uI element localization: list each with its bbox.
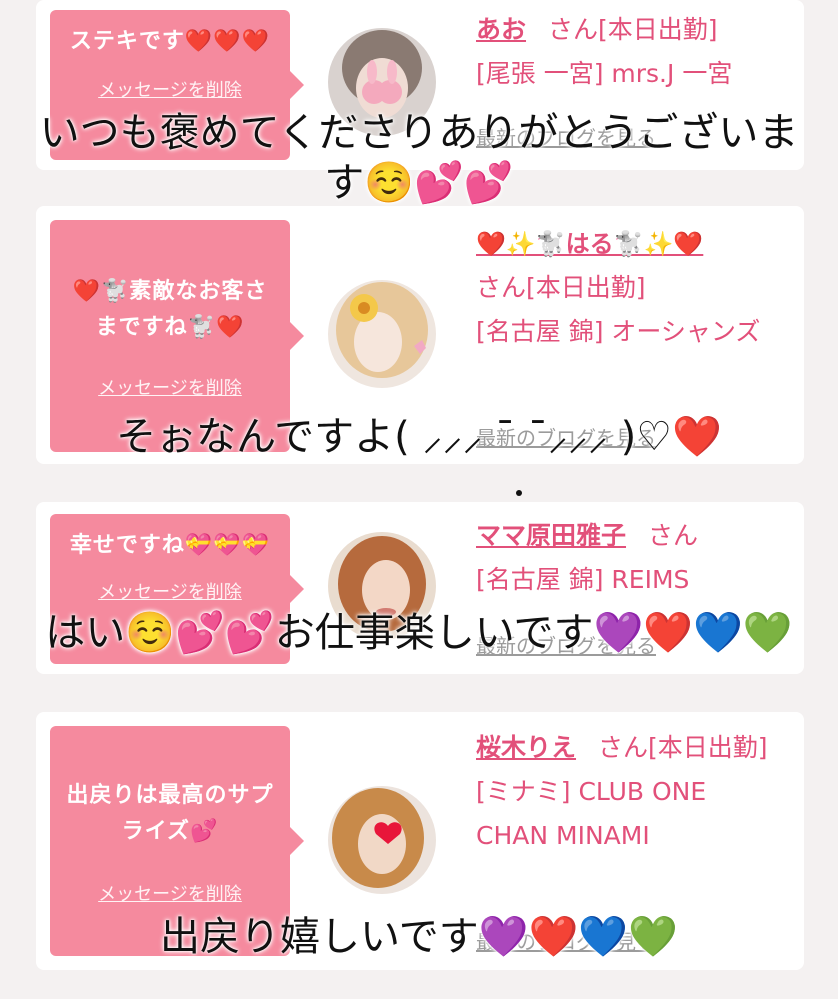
reply-caption: はい☺️💕💕お仕事楽しいです💜❤️💙💚 bbox=[45, 610, 793, 656]
reply-caption: 出戻り嬉しいです💜❤️💙💚 bbox=[159, 914, 679, 960]
cast-store: [ミナミ] CLUB ONE CHAN MINAMI bbox=[476, 777, 707, 850]
cast-status: さん bbox=[647, 521, 698, 550]
delete-message-link[interactable]: メッセージを削除 bbox=[50, 578, 290, 604]
cast-status: さん[本日出勤] bbox=[597, 733, 768, 762]
message-text: 出戻りは最高のサプライズ💕 bbox=[66, 783, 274, 844]
message-text: 幸せですね💝💝💝 bbox=[69, 533, 271, 558]
cast-status: さん[本日出勤] bbox=[476, 273, 646, 302]
cast-name-link[interactable]: ❤️✨🐩はる🐩✨❤️ bbox=[476, 230, 703, 258]
cast-info: 桜木りえ さん[本日出勤] [ミナミ] CLUB ONE CHAN MINAMI bbox=[476, 726, 786, 858]
message-text: ❤️🐩素敵なお客さまですね🐩❤️ bbox=[72, 279, 268, 340]
cast-name-link[interactable]: あお bbox=[476, 15, 526, 44]
avatar[interactable] bbox=[328, 786, 436, 894]
reply-caption: そぉなんですよ( ⸝⸝⸝ ¯ ¯⸝⸝⸝ )♡❤️ bbox=[116, 414, 722, 460]
cast-name-link[interactable]: 桜木りえ bbox=[476, 733, 576, 762]
cast-store: [名古屋 錦] REIMS bbox=[476, 565, 690, 594]
cast-store: [名古屋 錦] オーシャンズ bbox=[476, 317, 761, 346]
cast-store: [尾張 一宮] mrs.J 一宮 bbox=[476, 59, 733, 88]
cast-info: ❤️✨🐩はる🐩✨❤️ さん[本日出勤] [名古屋 錦] オーシャンズ bbox=[476, 222, 786, 354]
avatar[interactable] bbox=[328, 280, 436, 388]
cast-name-link[interactable]: ママ原田雅子 bbox=[476, 521, 626, 550]
cast-info: あお さん[本日出勤] [尾張 一宮] mrs.J 一宮 bbox=[476, 8, 786, 96]
delete-message-link[interactable]: メッセージを削除 bbox=[50, 374, 290, 400]
cast-status: さん[本日出勤] bbox=[547, 15, 718, 44]
message-text: ステキです❤️❤️❤️ bbox=[69, 29, 271, 54]
delete-message-link[interactable]: メッセージを削除 bbox=[50, 880, 290, 906]
delete-message-link[interactable]: メッセージを削除 bbox=[50, 76, 290, 102]
reply-caption: いつも褒めてくださりありがとうございます☺️💕💕 bbox=[39, 110, 799, 206]
cast-info: ママ原田雅子 さん [名古屋 錦] REIMS bbox=[476, 514, 786, 602]
divider-dot bbox=[516, 490, 522, 496]
